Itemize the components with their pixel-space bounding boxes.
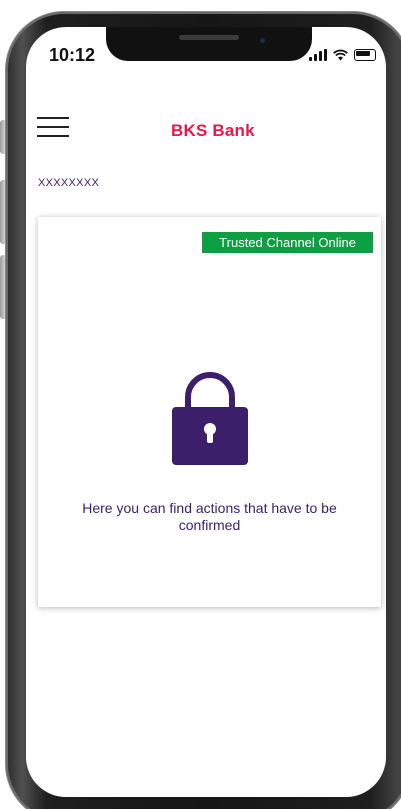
lock-icon (172, 372, 248, 465)
bks-bank-logo: BKS Bank (171, 121, 255, 140)
empty-state-message: Here you can find actions that have to b… (82, 500, 337, 533)
account-number[interactable]: XXXXXXXX (38, 177, 99, 189)
notch (106, 27, 312, 61)
app-screen: 10:12 BKS Bank XXXXXXXX Trusted Channel (26, 27, 386, 797)
trusted-channel-badge: Trusted Channel Online (202, 232, 373, 253)
wifi-icon (333, 49, 348, 61)
confirmation-card: Trusted Channel Online Here you can find… (38, 217, 381, 607)
signal-icon (309, 49, 327, 61)
front-camera (260, 38, 265, 43)
battery-icon (354, 49, 376, 61)
hamburger-menu-icon[interactable] (37, 117, 69, 137)
speaker-grille (179, 35, 239, 40)
status-time: 10:12 (49, 45, 96, 65)
device-mockup: 10:12 BKS Bank XXXXXXXX Trusted Channel (0, 0, 401, 809)
status-icons (309, 49, 376, 61)
